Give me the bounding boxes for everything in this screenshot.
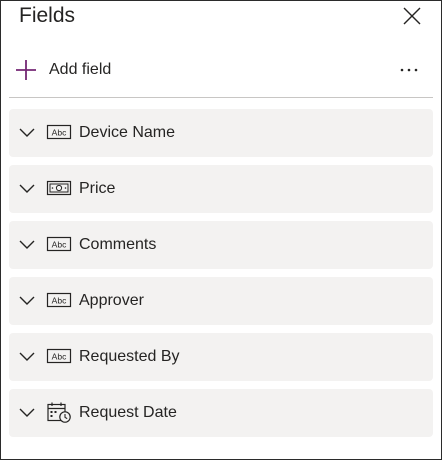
field-item-request-date[interactable]: Request Date — [9, 389, 433, 437]
field-list: Abc Device Name Price Abc Comments Abc A… — [9, 109, 433, 445]
date-field-icon — [47, 402, 71, 423]
panel-header: Fields — [1, 1, 441, 35]
field-name: Device Name — [79, 124, 176, 141]
field-item-approver[interactable]: Abc Approver — [9, 277, 433, 325]
text-field-icon-glyph: Abc — [52, 240, 67, 250]
field-name: Request Date — [79, 404, 177, 421]
currency-field-icon — [46, 180, 72, 196]
text-field-icon: Abc — [46, 236, 72, 252]
field-item-device-name[interactable]: Abc Device Name — [9, 109, 433, 157]
toolbar-divider — [9, 97, 433, 98]
text-field-icon-glyph: Abc — [52, 128, 67, 138]
more-options-button[interactable] — [397, 58, 421, 82]
chevron-down-icon[interactable] — [18, 348, 36, 366]
chevron-down-icon[interactable] — [18, 124, 36, 142]
text-field-icon: Abc — [46, 348, 72, 364]
fields-toolbar: Add field — [1, 53, 441, 87]
chevron-down-icon[interactable] — [18, 292, 36, 310]
close-button[interactable] — [401, 5, 423, 27]
field-name: Price — [79, 180, 116, 197]
field-name: Requested By — [79, 348, 180, 365]
chevron-down-icon[interactable] — [18, 236, 36, 254]
plus-icon — [16, 60, 36, 80]
chevron-down-icon[interactable] — [18, 180, 36, 198]
text-field-icon-glyph: Abc — [52, 296, 67, 306]
add-field-button[interactable]: Add field — [14, 58, 111, 82]
field-item-price[interactable]: Price — [9, 165, 433, 213]
close-icon — [403, 7, 421, 25]
panel-title: Fields — [19, 4, 76, 27]
text-field-icon: Abc — [46, 124, 72, 140]
field-item-comments[interactable]: Abc Comments — [9, 221, 433, 269]
field-name: Comments — [79, 236, 157, 253]
more-horizontal-icon — [400, 68, 418, 72]
fields-panel: Fields Add field Abc Device Name Price A… — [0, 0, 442, 460]
chevron-down-icon[interactable] — [18, 404, 36, 422]
add-field-label: Add field — [49, 61, 112, 78]
field-item-requested-by[interactable]: Abc Requested By — [9, 333, 433, 381]
field-name: Approver — [79, 292, 144, 309]
text-field-icon-glyph: Abc — [52, 352, 67, 362]
text-field-icon: Abc — [46, 292, 72, 308]
